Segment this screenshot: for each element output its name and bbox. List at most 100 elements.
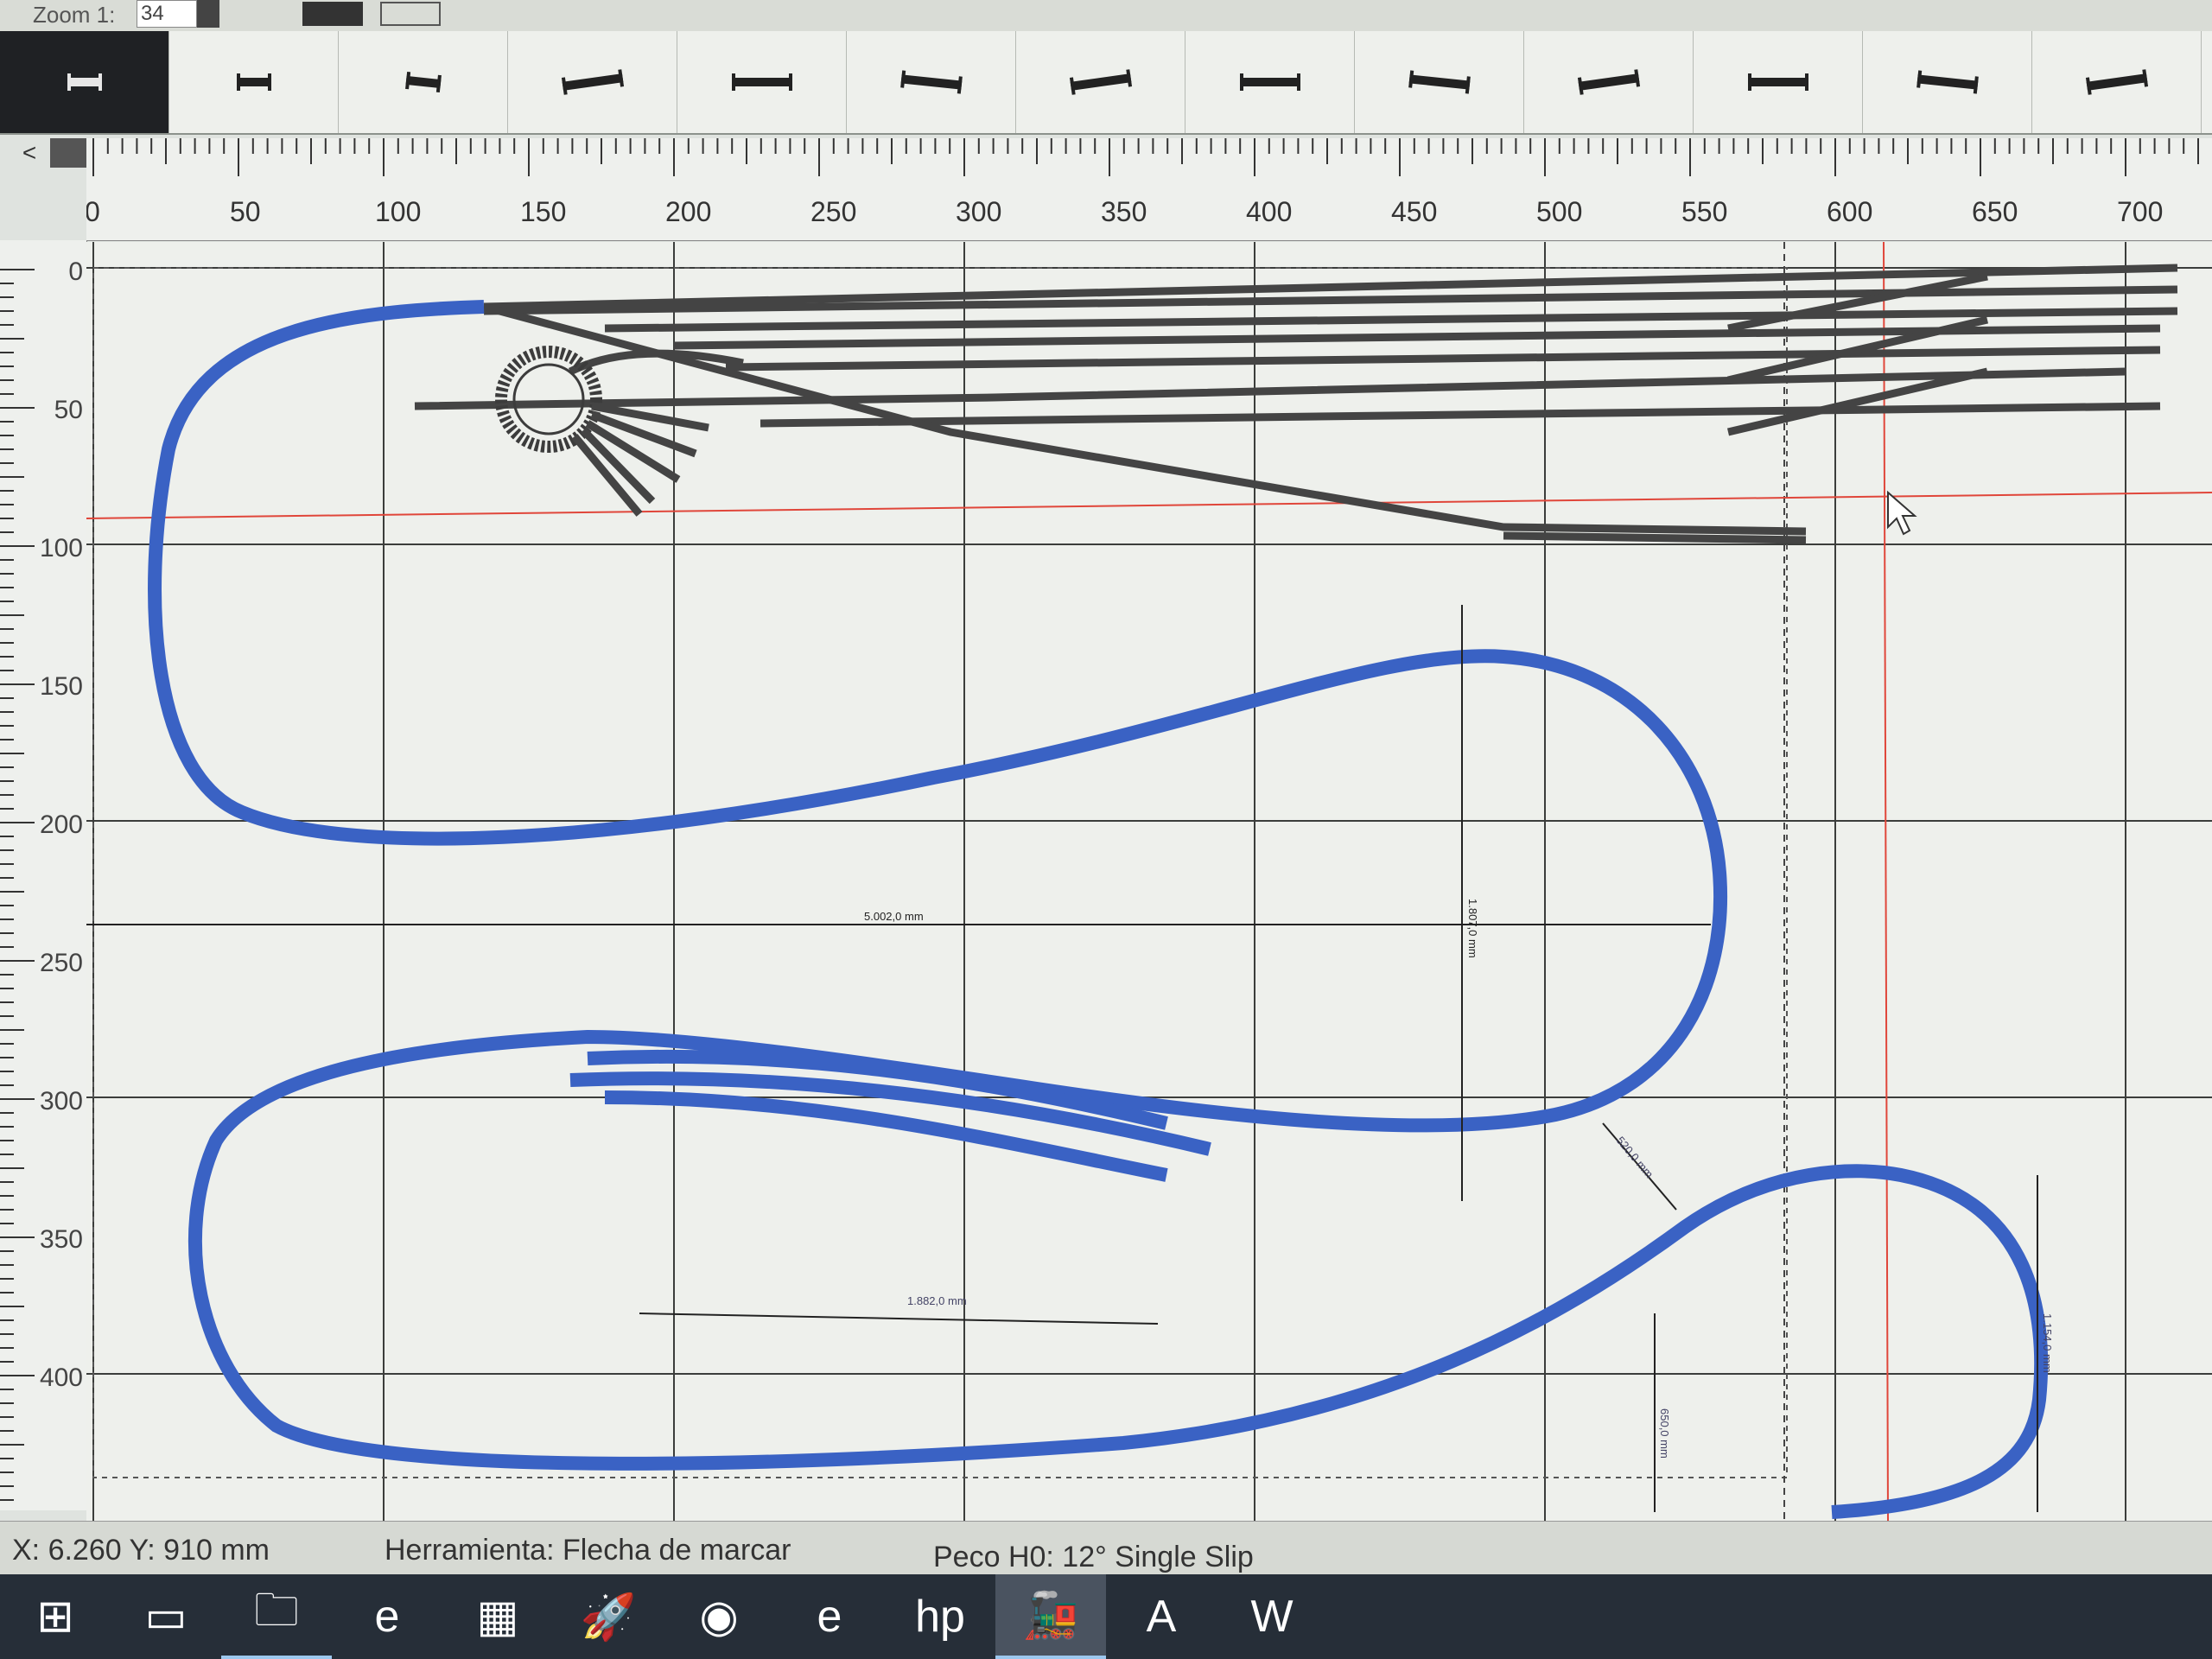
yard-stub[interactable] [1503, 531, 1807, 544]
ruler-label: 50 [230, 196, 261, 227]
turntable[interactable] [495, 346, 709, 517]
palette-track-piece-4[interactable] [508, 31, 677, 133]
crossover-1[interactable] [1727, 272, 1988, 333]
ruler-label: 350 [40, 1225, 83, 1254]
chrome-icon[interactable]: ◉ [664, 1574, 774, 1659]
track-piece-icon [404, 71, 442, 93]
dimension-label-diagonal: 520,0 mm [1614, 1134, 1656, 1180]
track-palette [0, 31, 2212, 135]
toolbar-button[interactable] [380, 2, 441, 26]
rocket-app-icon[interactable]: 🚀 [553, 1574, 664, 1659]
scroll-left-icon[interactable]: < [12, 137, 47, 169]
track-piece-icon [1916, 70, 1979, 94]
ruler-label: 650 [1972, 196, 2018, 227]
guide-line-vertical [1883, 242, 1889, 1521]
ruler-label: 400 [1246, 196, 1292, 227]
ruler-label: 300 [956, 196, 1001, 227]
turntable-pit [512, 363, 585, 435]
yard-track-5[interactable] [725, 346, 2161, 372]
edge-icon[interactable]: e [332, 1574, 442, 1659]
ruler-label: 0 [86, 196, 100, 227]
dimension-label-small: 650,0 mm [1658, 1408, 1671, 1459]
station-yard[interactable] [414, 264, 2178, 544]
windows-taskbar: ⊞ ▭ 🗀 e ▦ 🚀 ◉ e hp 🚂 A W [0, 1574, 2212, 1659]
ruler-label: 250 [40, 949, 83, 977]
turntable-spurs[interactable] [571, 402, 709, 517]
ruler-label: 600 [1827, 196, 1872, 227]
ruler-label: 50 [54, 396, 83, 424]
ruler-label: 250 [810, 196, 856, 227]
track-plan-svg[interactable]: 5.002,0 mm 1.807,0 mm 1.882,0 mm 520,0 m… [86, 242, 2212, 1521]
palette-track-piece-5[interactable] [677, 31, 847, 133]
status-bar: X: 6.260 Y: 910 mm Herramienta: Flecha d… [0, 1521, 2212, 1575]
zoom-spinner[interactable] [197, 0, 219, 28]
palette-track-piece-2[interactable] [169, 31, 339, 133]
zoom-input[interactable] [137, 0, 197, 28]
task-view-icon[interactable]: ▭ [111, 1574, 221, 1659]
ruler-label: 150 [40, 672, 83, 701]
ruler-label: 200 [665, 196, 711, 227]
track-piece-icon [67, 73, 102, 91]
yard-track-3[interactable] [604, 307, 2178, 333]
windows-start-icon[interactable]: ⊞ [0, 1574, 111, 1659]
store-icon[interactable]: ▦ [442, 1574, 553, 1659]
ruler-label: 400 [40, 1363, 83, 1392]
dimension-label-top: 5.002,0 mm [864, 910, 924, 923]
hp-icon[interactable]: hp [885, 1574, 995, 1659]
selected-track-loop[interactable] [148, 300, 2049, 1519]
zoom-toolbar: Zoom 1: [0, 0, 2212, 32]
train-app-icon[interactable]: 🚂 [995, 1574, 1106, 1659]
track-piece-icon [731, 73, 792, 91]
selected-piece: Peco H0: 12° Single Slip [933, 1541, 1254, 1573]
ruler-label: 450 [1391, 196, 1437, 227]
current-tool: Herramienta: Flecha de marcar [385, 1534, 791, 1567]
palette-track-piece-8[interactable] [1185, 31, 1355, 133]
file-explorer-icon[interactable]: 🗀 [221, 1574, 332, 1659]
palette-track-piece-7[interactable] [1016, 31, 1185, 133]
palette-track-piece-9[interactable] [1355, 31, 1524, 133]
word-icon[interactable]: W [1217, 1574, 1327, 1659]
grid-lines [86, 242, 2212, 1521]
scrollbar-thumb[interactable] [50, 138, 86, 168]
ruler-label: 700 [2117, 196, 2163, 227]
ruler-label: 300 [40, 1087, 83, 1116]
palette-track-piece-1[interactable] [0, 31, 169, 133]
cursor-coordinates: X: 6.260 Y: 910 mm [12, 1534, 270, 1567]
palette-track-piece-13[interactable] [2032, 31, 2202, 133]
toolbar-button[interactable] [302, 2, 363, 26]
track-piece-icon [1577, 69, 1640, 95]
dimension-label-right: 1.807,0 mm [1466, 899, 1479, 958]
zoom-label: Zoom 1: [33, 2, 116, 28]
palette-track-piece-6[interactable] [847, 31, 1016, 133]
dimension-label-bottom: 1.882,0 mm [907, 1294, 967, 1307]
mouse-cursor-icon [1887, 490, 1917, 536]
dimension-label-right-small: 1.154,0 mm [2041, 1313, 2054, 1373]
acrobat-icon[interactable]: A [1106, 1574, 1217, 1659]
track-piece-icon [236, 73, 271, 91]
ruler-label: 100 [40, 534, 83, 563]
horizontal-ruler-svg: 0 50 100 150 200 250 300 350 400 450 500 550 600 650 7… [85, 138, 2199, 227]
vertical-ruler: 0 50 100 150 200 250 300 350 400 [0, 240, 87, 1510]
track-piece-icon [2085, 69, 2148, 95]
ruler-label: 500 [1536, 196, 1582, 227]
yard-track-7[interactable] [760, 402, 2161, 428]
ruler-label: 550 [1681, 196, 1727, 227]
track-piece-icon [1239, 73, 1300, 91]
ruler-label: 0 [68, 257, 83, 286]
ruler-label: 100 [375, 196, 421, 227]
track-piece-icon [1747, 73, 1808, 91]
palette-track-piece-11[interactable] [1694, 31, 1863, 133]
ruler-label: 150 [520, 196, 566, 227]
palette-track-piece-3[interactable] [339, 31, 508, 133]
internet-explorer-icon[interactable]: e [774, 1574, 885, 1659]
palette-track-piece-12[interactable] [1863, 31, 2032, 133]
horizontal-ruler: 0 50 100 150 200 250 300 350 400 450 500 550 600 650 7… [85, 138, 2212, 241]
track-piece-icon [899, 70, 963, 94]
track-piece-icon [1069, 69, 1132, 95]
layout-canvas[interactable]: 5.002,0 mm 1.807,0 mm 1.882,0 mm 520,0 m… [86, 242, 2212, 1521]
ruler-label: 200 [40, 810, 83, 839]
ruler-label: 350 [1101, 196, 1147, 227]
palette-track-piece-10[interactable] [1524, 31, 1694, 133]
track-piece-icon [561, 69, 624, 95]
vertical-ruler-svg: 0 50 100 150 200 250 300 350 400 [0, 257, 83, 1501]
